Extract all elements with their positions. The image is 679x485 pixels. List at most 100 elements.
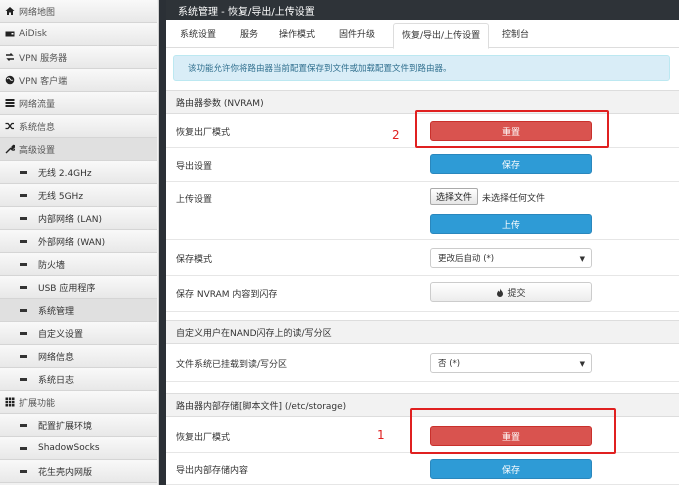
commit-label: 提交 <box>507 288 526 299</box>
save-mode-value: 更改后自动 (*) <box>438 254 495 264</box>
sidebar-item-vpn-server[interactable]: VPN 服务器 <box>0 46 157 69</box>
globe-icon <box>5 75 15 85</box>
sidebar-item-shadowsocks[interactable]: ShadowSocks <box>0 437 157 460</box>
sidebar-item-traffic[interactable]: 网络流量 <box>0 92 157 115</box>
nand-fs-select[interactable]: 否 (*) ▼ <box>430 353 592 373</box>
tab-bar: 系统设置 服务 操作模式 固件升级 恢复/导出/上传设置 控制台 <box>166 20 679 49</box>
sidebar-item-label: VPN 服务器 <box>19 53 68 64</box>
sidebar-item-aidisk[interactable]: AiDisk <box>0 23 157 46</box>
sidebar-item-label: 系统管理 <box>38 306 75 317</box>
row-save-mode: 保存模式 更改后自动 (*) ▼ <box>166 240 679 276</box>
sidebar-item-label: 外部网络 (WAN) <box>38 237 106 248</box>
nvram-reset-label: 恢复出厂模式 <box>176 128 231 138</box>
fire-icon <box>496 288 504 297</box>
sidebar-item-label: 网络地图 <box>19 7 56 18</box>
sidebar-item-label: 无线 2.4GHz <box>38 168 92 179</box>
highlight-box-2 <box>415 110 609 148</box>
tab-operation-mode[interactable]: 操作模式 <box>279 27 315 40</box>
sidebar-item-label: 自定义设置 <box>38 329 84 340</box>
sidebar-item-label: AiDisk <box>19 29 47 39</box>
dash-icon <box>20 446 27 450</box>
annotation-number-2: 2 <box>392 128 400 142</box>
sidebar-item-ext-env[interactable]: 配置扩展环境 <box>0 414 157 437</box>
tab-console[interactable]: 控制台 <box>502 27 529 40</box>
sidebar-item-network-map[interactable]: 网络地图 <box>0 0 157 23</box>
sidebar-item-vpn-client[interactable]: VPN 客户端 <box>0 69 157 92</box>
sidebar-item-usb[interactable]: USB 应用程序 <box>0 276 157 299</box>
dash-icon <box>20 216 27 220</box>
nand-fs-value: 否 (*) <box>438 359 461 369</box>
sidebar-item-label: 扩展功能 <box>19 398 56 409</box>
dash-icon <box>20 170 27 174</box>
list-icon <box>5 98 15 108</box>
grid-icon <box>5 397 15 407</box>
nvram-export-label: 导出设置 <box>176 162 213 172</box>
sidebar-item-system-admin[interactable]: 系统管理 <box>0 299 157 322</box>
sidebar-item-lan[interactable]: 内部网络 (LAN) <box>0 207 157 230</box>
tab-system-settings[interactable]: 系统设置 <box>180 27 216 40</box>
dash-icon <box>20 285 27 289</box>
highlight-box-1 <box>410 408 616 454</box>
storage-reset-label: 恢复出厂模式 <box>176 433 231 443</box>
sidebar-item-wireless-5[interactable]: 无线 5GHz <box>0 184 157 207</box>
row-storage-export: 导出内部存储内容 保存 <box>166 453 679 485</box>
sidebar-divider <box>159 0 166 485</box>
sidebar-item-label: 配置扩展环境 <box>38 421 93 432</box>
shuffle-icon <box>5 121 15 131</box>
sidebar-item-label: 网络流量 <box>19 99 56 110</box>
home-icon <box>5 6 15 16</box>
row-nvram-export: 导出设置 保存 <box>166 148 679 182</box>
annotation-number-1: 1 <box>377 428 385 442</box>
nvram-upload-button[interactable]: 上传 <box>430 214 592 234</box>
sidebar: 网络地图 AiDisk VPN 服务器 VPN 客户端 网络流量 系统信息 高级… <box>0 0 159 485</box>
sidebar-item-network-info[interactable]: 网络信息 <box>0 345 157 368</box>
wrench-icon <box>5 144 15 154</box>
dash-icon <box>20 239 27 243</box>
tab-firmware-upgrade[interactable]: 固件升级 <box>339 27 375 40</box>
choose-file-button[interactable]: 选择文件 <box>430 188 479 205</box>
caret-down-icon: ▼ <box>579 360 585 368</box>
sidebar-item-oray[interactable]: 花生壳内网版 <box>0 460 157 483</box>
sidebar-item-label: 网络信息 <box>38 352 75 363</box>
storage-export-button[interactable]: 保存 <box>430 459 592 479</box>
sidebar-item-label: 系统日志 <box>38 375 75 386</box>
dash-icon <box>20 423 27 427</box>
save-flash-label: 保存 NVRAM 内容到闪存 <box>176 290 278 300</box>
hdd-icon <box>5 29 15 39</box>
dash-icon <box>20 354 27 358</box>
nvram-upload-label: 上传设置 <box>176 195 213 205</box>
sidebar-item-custom[interactable]: 自定义设置 <box>0 322 157 345</box>
dash-icon <box>20 331 27 335</box>
sidebar-item-extensions[interactable]: 扩展功能 <box>0 391 157 414</box>
sidebar-item-label: 系统信息 <box>19 122 56 133</box>
row-nand-fs: 文件系统已挂载到读/写分区 否 (*) ▼ <box>166 344 679 382</box>
tab-services[interactable]: 服务 <box>240 27 258 40</box>
tab-restore-export-upload[interactable]: 恢复/导出/上传设置 <box>393 23 490 49</box>
nvram-export-button[interactable]: 保存 <box>430 154 592 174</box>
dash-icon <box>20 469 27 473</box>
dash-icon <box>20 377 27 381</box>
vpn-server-icon <box>5 52 15 62</box>
sidebar-item-syslog[interactable]: 系统日志 <box>0 368 157 391</box>
sidebar-item-label: 无线 5GHz <box>38 191 84 202</box>
info-alert: 该功能允许你将路由器当前配置保存到文件或加载配置文件到路由器。 <box>173 55 670 81</box>
sidebar-item-label: VPN 客户端 <box>19 76 68 87</box>
commit-button[interactable]: 提交 <box>430 282 592 302</box>
sidebar-item-label: ShadowSocks <box>38 443 100 453</box>
sidebar-item-wan[interactable]: 外部网络 (WAN) <box>0 230 157 253</box>
dash-icon <box>20 193 27 197</box>
sidebar-item-wireless-24[interactable]: 无线 2.4GHz <box>0 161 157 184</box>
sidebar-item-system-info[interactable]: 系统信息 <box>0 115 157 138</box>
page-title: 系统管理 - 恢复/导出/上传设置 <box>166 0 679 20</box>
sidebar-item-label: 内部网络 (LAN) <box>38 214 102 225</box>
row-nvram-upload: 上传设置 选择文件 未选择任何文件 上传 <box>166 182 679 240</box>
storage-export-label: 导出内部存储内容 <box>176 466 249 476</box>
no-file-text: 未选择任何文件 <box>482 194 546 204</box>
sidebar-item-firewall[interactable]: 防火墙 <box>0 253 157 276</box>
dash-icon <box>20 262 27 266</box>
caret-down-icon: ▼ <box>579 255 585 263</box>
sidebar-item-advanced[interactable]: 高级设置 <box>0 138 157 161</box>
save-mode-select[interactable]: 更改后自动 (*) ▼ <box>430 248 592 268</box>
save-mode-label: 保存模式 <box>176 255 213 265</box>
sidebar-item-label: 花生壳内网版 <box>38 467 93 478</box>
